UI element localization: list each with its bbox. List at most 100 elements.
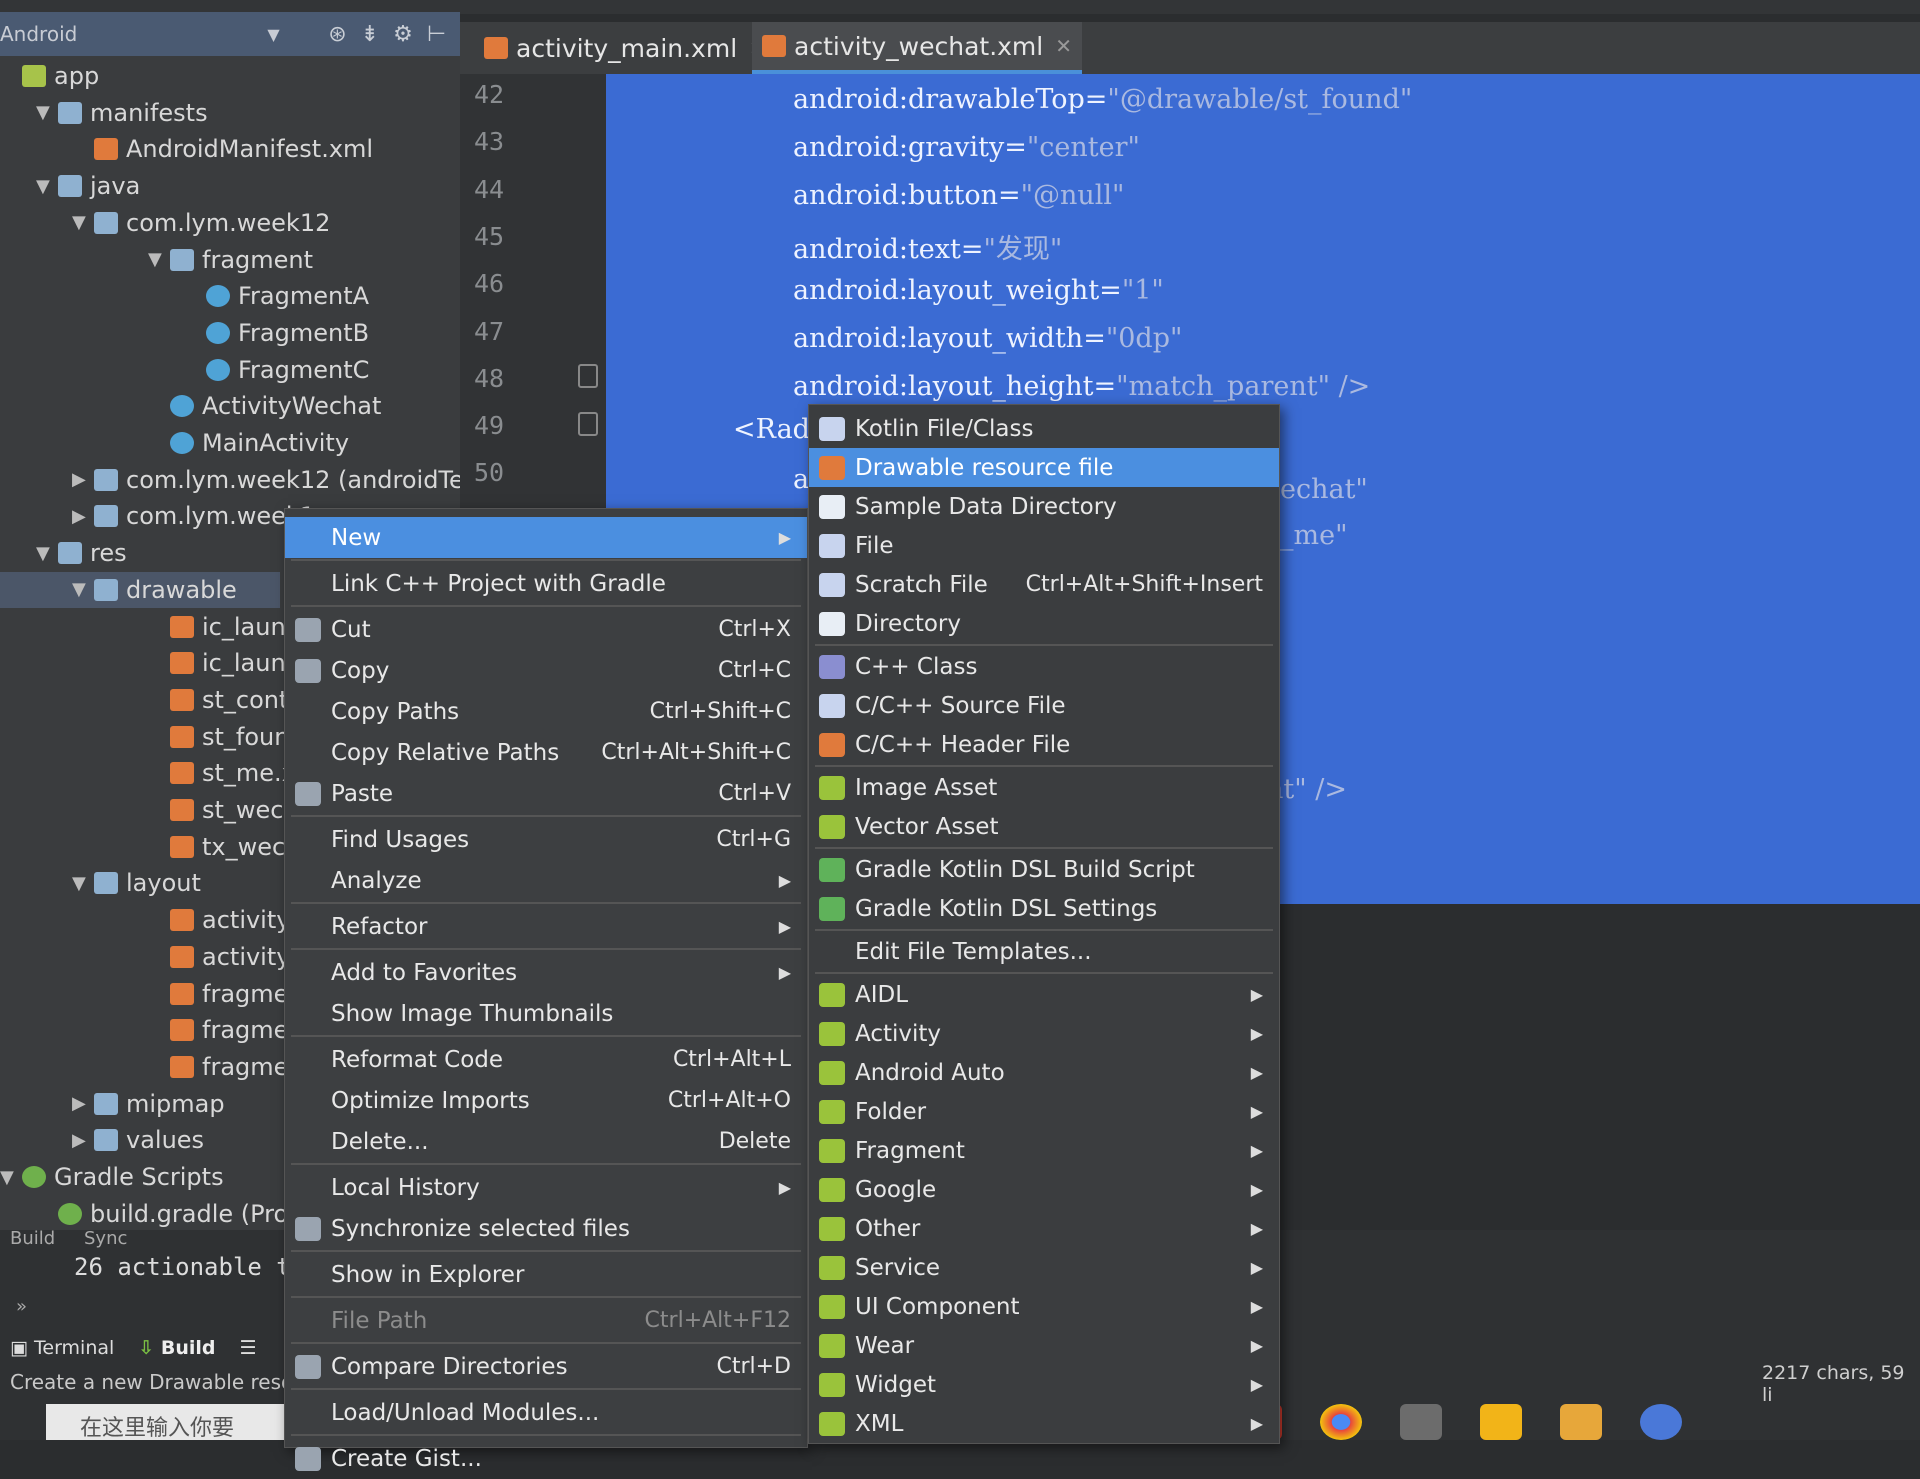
menu-item-cut[interactable]: Cut Ctrl+X bbox=[285, 609, 807, 650]
tree-item[interactable]: app bbox=[0, 58, 99, 94]
fold-marker-icon[interactable] bbox=[578, 412, 598, 436]
menu-item-synchronize-selected-files[interactable]: Synchronize selected files bbox=[285, 1208, 807, 1249]
menu-item-vector-asset[interactable]: Vector Asset bbox=[809, 807, 1279, 846]
chrome-icon[interactable] bbox=[1320, 1404, 1362, 1440]
menu-item-find-usages[interactable]: Find Usages Ctrl+G bbox=[285, 819, 807, 860]
gear-icon[interactable]: ⚙ bbox=[393, 22, 413, 47]
menu-item-show-in-explorer[interactable]: Show in Explorer bbox=[285, 1254, 807, 1295]
target-icon[interactable]: ⊛ bbox=[328, 22, 346, 47]
expand-arrow-icon[interactable]: ▼ bbox=[36, 176, 58, 197]
tree-item[interactable]: ▼ Gradle Scripts bbox=[0, 1159, 224, 1195]
menu-item-google[interactable]: Google ▶ bbox=[809, 1170, 1279, 1209]
menu-item-ui-component[interactable]: UI Component ▶ bbox=[809, 1287, 1279, 1326]
menu-item-paste[interactable]: Paste Ctrl+V bbox=[285, 773, 807, 814]
menu-item-folder[interactable]: Folder ▶ bbox=[809, 1092, 1279, 1131]
expand-arrow-icon[interactable]: ▼ bbox=[36, 543, 58, 564]
project-view-selector[interactable]: Android bbox=[0, 22, 77, 46]
tree-item[interactable]: ▶ mipmap bbox=[0, 1086, 225, 1122]
tab-activity-wechat[interactable]: activity_wechat.xml ✕ bbox=[752, 22, 1082, 74]
expand-arrow-icon[interactable]: ▼ bbox=[72, 873, 94, 894]
tree-item[interactable]: ActivityWechat bbox=[0, 388, 381, 424]
sync-tab[interactable]: Sync bbox=[84, 1228, 127, 1249]
menu-item-c-class[interactable]: C++ Class bbox=[809, 647, 1279, 686]
menu-item-local-history[interactable]: Local History ▶ bbox=[285, 1167, 807, 1208]
menu-item-wear[interactable]: Wear ▶ bbox=[809, 1326, 1279, 1365]
menu-item-compare-directories[interactable]: Compare Directories Ctrl+D bbox=[285, 1346, 807, 1387]
tree-item[interactable]: ▶ values bbox=[0, 1122, 204, 1158]
menu-item-load-unload-modules[interactable]: Load/Unload Modules... bbox=[285, 1392, 807, 1433]
app-icon[interactable] bbox=[1480, 1404, 1522, 1440]
expand-arrow-icon[interactable]: ▶ bbox=[72, 1130, 94, 1151]
menu-item-gradle-kotlin-dsl-settings[interactable]: Gradle Kotlin DSL Settings bbox=[809, 889, 1279, 928]
tree-item[interactable]: ▼ com.lym.week12 bbox=[0, 205, 330, 241]
menu-item-copy-relative-paths[interactable]: Copy Relative Paths Ctrl+Alt+Shift+C bbox=[285, 732, 807, 773]
tree-item[interactable]: FragmentC bbox=[0, 352, 369, 388]
expand-arrow-icon[interactable]: ▶ bbox=[72, 469, 94, 490]
android-studio-icon[interactable] bbox=[1400, 1404, 1442, 1440]
tree-item[interactable]: ▼ drawable bbox=[0, 571, 280, 608]
file-explorer-icon[interactable] bbox=[1560, 1404, 1602, 1440]
menu-item-directory[interactable]: Directory bbox=[809, 604, 1279, 643]
menu-item-drawable-resource-file[interactable]: Drawable resource file bbox=[809, 448, 1279, 487]
menu-item-create-gist[interactable]: Create Gist... bbox=[285, 1438, 807, 1479]
menu-item-gradle-kotlin-dsl-build-script[interactable]: Gradle Kotlin DSL Build Script bbox=[809, 850, 1279, 889]
menu-item-sample-data-directory[interactable]: Sample Data Directory bbox=[809, 487, 1279, 526]
menu-item-c-c-header-file[interactable]: C/C++ Header File bbox=[809, 725, 1279, 764]
menu-item-android-auto[interactable]: Android Auto ▶ bbox=[809, 1053, 1279, 1092]
tree-item[interactable]: ▶ com.lym.week1 bbox=[0, 498, 315, 534]
menu-item-activity[interactable]: Activity ▶ bbox=[809, 1014, 1279, 1053]
tree-item[interactable]: AndroidManifest.xml bbox=[0, 131, 373, 167]
expand-arrow-icon[interactable]: ▼ bbox=[72, 212, 94, 233]
close-icon[interactable]: ✕ bbox=[1055, 34, 1072, 58]
menu-item-copy[interactable]: Copy Ctrl+C bbox=[285, 650, 807, 691]
menu-item-analyze[interactable]: Analyze ▶ bbox=[285, 860, 807, 901]
menu-item-copy-paths[interactable]: Copy Paths Ctrl+Shift+C bbox=[285, 691, 807, 732]
app-icon[interactable] bbox=[1640, 1404, 1682, 1440]
menu-item-edit-file-templates[interactable]: Edit File Templates... bbox=[809, 932, 1279, 971]
menu-item-show-image-thumbnails[interactable]: Show Image Thumbnails bbox=[285, 993, 807, 1034]
menu-item-optimize-imports[interactable]: Optimize Imports Ctrl+Alt+O bbox=[285, 1080, 807, 1121]
build-tab[interactable]: Build bbox=[10, 1228, 55, 1249]
menu-item-add-to-favorites[interactable]: Add to Favorites ▶ bbox=[285, 952, 807, 993]
tree-item[interactable]: FragmentA bbox=[0, 278, 369, 314]
menu-item-refactor[interactable]: Refactor ▶ bbox=[285, 906, 807, 947]
menu-item-new[interactable]: New ▶ bbox=[285, 517, 807, 558]
expand-arrow-icon[interactable]: ▼ bbox=[148, 249, 170, 270]
tree-item[interactable]: ▼ manifests bbox=[0, 95, 208, 131]
menu-item-other[interactable]: Other ▶ bbox=[809, 1209, 1279, 1248]
menu-item-file[interactable]: File bbox=[809, 526, 1279, 565]
menu-item-widget[interactable]: Widget ▶ bbox=[809, 1365, 1279, 1404]
tree-item[interactable]: ▼ layout bbox=[0, 865, 201, 901]
menu-item-aidl[interactable]: AIDL ▶ bbox=[809, 975, 1279, 1014]
build-button[interactable]: ⇩ Build bbox=[138, 1337, 215, 1359]
fold-marker-icon[interactable] bbox=[578, 364, 598, 388]
tree-item[interactable]: FragmentB bbox=[0, 315, 369, 351]
list-icon[interactable]: ☰ bbox=[239, 1337, 256, 1359]
menu-item-link-c-project-with-gradle[interactable]: Link C++ Project with Gradle bbox=[285, 563, 807, 604]
menu-item-c-c-source-file[interactable]: C/C++ Source File bbox=[809, 686, 1279, 725]
tree-item[interactable]: st_me.xml bbox=[0, 755, 326, 791]
tree-item[interactable]: ▼ fragment bbox=[0, 242, 313, 278]
tree-item[interactable]: MainActivity bbox=[0, 425, 349, 461]
more-icon[interactable]: » bbox=[16, 1296, 27, 1317]
expand-arrow-icon[interactable]: ▼ bbox=[36, 102, 58, 123]
hide-icon[interactable]: ⊢ bbox=[427, 22, 446, 47]
expand-arrow-icon[interactable]: ▶ bbox=[72, 506, 94, 527]
tree-item[interactable]: ▶ com.lym.week12 (androidTest) bbox=[0, 462, 495, 498]
taskbar-search-input[interactable]: 在这里输入你要 bbox=[46, 1404, 306, 1441]
tab-activity-main[interactable]: activity_main.xml ✕ bbox=[474, 22, 776, 74]
chevron-down-icon[interactable]: ▼ bbox=[267, 25, 279, 44]
expand-arrow-icon[interactable]: ▶ bbox=[72, 1093, 94, 1114]
menu-item-kotlin-file-class[interactable]: Kotlin File/Class bbox=[809, 409, 1279, 448]
tree-item[interactable]: ▼ java bbox=[0, 168, 140, 204]
menu-item-scratch-file[interactable]: Scratch File Ctrl+Alt+Shift+Insert bbox=[809, 565, 1279, 604]
menu-item-service[interactable]: Service ▶ bbox=[809, 1248, 1279, 1287]
menu-item-fragment[interactable]: Fragment ▶ bbox=[809, 1131, 1279, 1170]
tree-item[interactable]: ▼ res bbox=[0, 535, 127, 571]
menu-item-delete[interactable]: Delete... Delete bbox=[285, 1121, 807, 1162]
menu-item-reformat-code[interactable]: Reformat Code Ctrl+Alt+L bbox=[285, 1039, 807, 1080]
collapse-icon[interactable]: ⇟ bbox=[361, 22, 379, 47]
menu-item-xml[interactable]: XML ▶ bbox=[809, 1404, 1279, 1443]
terminal-button[interactable]: ▣ Terminal bbox=[10, 1337, 114, 1359]
expand-arrow-icon[interactable]: ▼ bbox=[0, 1167, 22, 1188]
